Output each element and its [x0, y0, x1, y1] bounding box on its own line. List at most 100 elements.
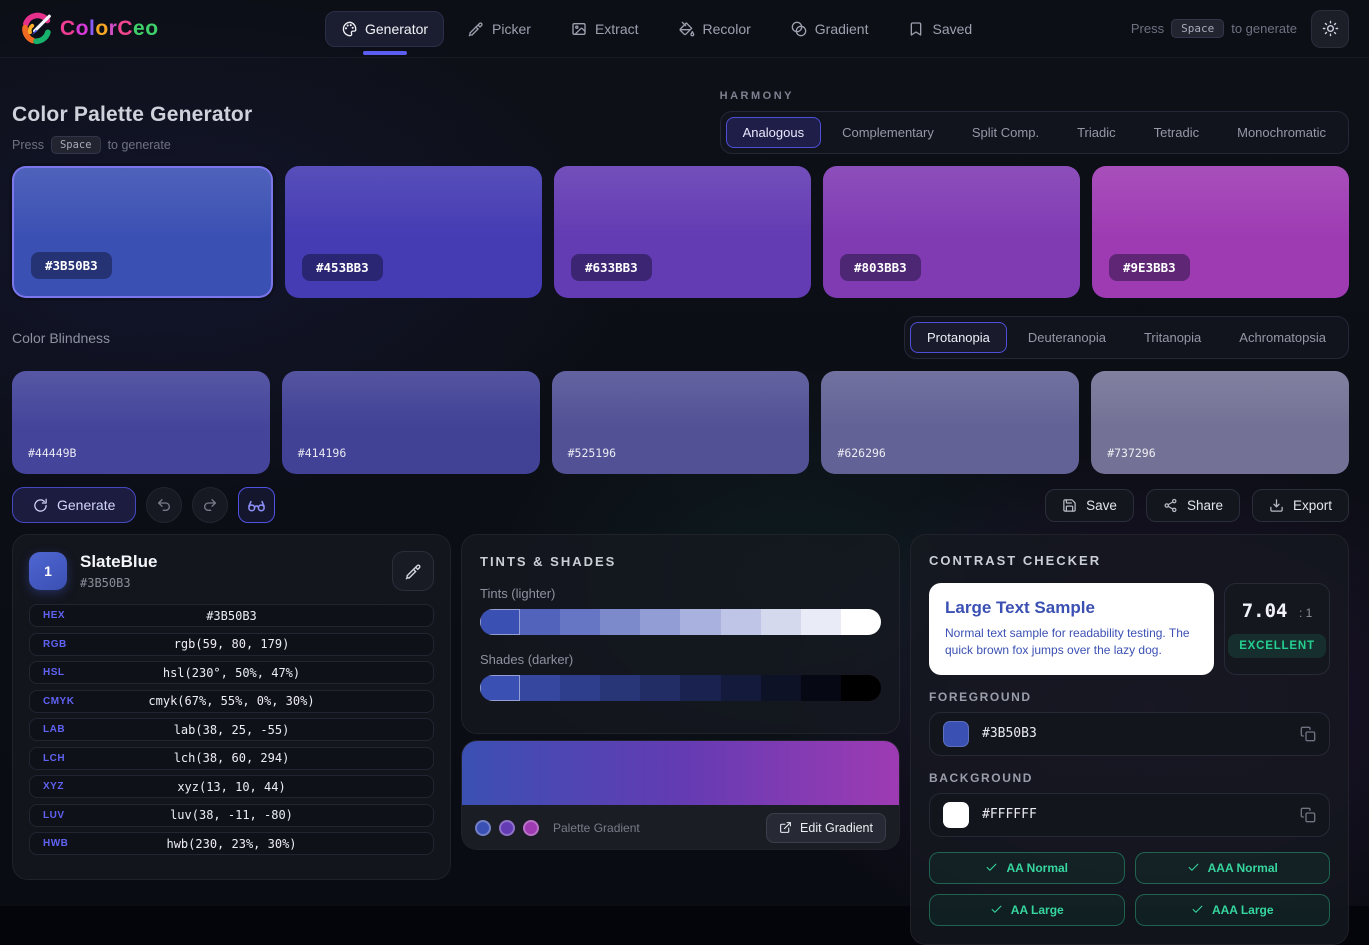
- tint-segment[interactable]: [640, 609, 680, 635]
- color-value-row[interactable]: LCHlch(38, 60, 294): [29, 747, 434, 770]
- shade-segment[interactable]: [560, 675, 600, 701]
- swatch-hex-label[interactable]: #633BB3: [571, 254, 652, 281]
- shade-segment[interactable]: [520, 675, 560, 701]
- contrast-checker-card: CONTRAST CHECKER Large Text Sample Norma…: [910, 534, 1349, 945]
- color-value-row[interactable]: CMYKcmyk(67%, 55%, 0%, 30%): [29, 690, 434, 713]
- share-label: Share: [1187, 498, 1223, 513]
- shade-segment[interactable]: [680, 675, 720, 701]
- tint-segment[interactable]: [600, 609, 640, 635]
- undo-button[interactable]: [146, 487, 182, 523]
- check-icon: [990, 903, 1003, 916]
- eyedropper-button[interactable]: [392, 551, 434, 591]
- redo-button[interactable]: [192, 487, 228, 523]
- color-value-row[interactable]: HWBhwb(230, 23%, 30%): [29, 832, 434, 855]
- swatch-hex-label[interactable]: #803BB3: [840, 254, 921, 281]
- harmony-tab-split-comp[interactable]: Split Comp.: [955, 117, 1056, 148]
- harmony-tab-tetradic[interactable]: Tetradic: [1137, 117, 1217, 148]
- color-value-row[interactable]: LABlab(38, 25, -55): [29, 718, 434, 741]
- harmony-block: HARMONY Analogous Complementary Split Co…: [720, 90, 1349, 154]
- foreground-label: FOREGROUND: [929, 690, 1330, 704]
- wcag-aaa-large-badge: AAA Large: [1135, 894, 1331, 926]
- download-icon: [1269, 498, 1284, 513]
- gradient-stop-dot[interactable]: [499, 820, 515, 836]
- swatch-hex-label[interactable]: #3B50B3: [31, 252, 112, 279]
- contrast-grade-badge: EXCELLENT: [1228, 634, 1326, 658]
- value-text: hsl(230°, 50%, 47%): [163, 666, 300, 680]
- swatch-hex-label[interactable]: #453BB3: [302, 254, 383, 281]
- palette-swatch[interactable]: #453BB3: [285, 166, 542, 298]
- color-value-row[interactable]: HSLhsl(230°, 50%, 47%): [29, 661, 434, 684]
- palette-swatch[interactable]: #633BB3: [554, 166, 811, 298]
- color-value-row[interactable]: HEX#3B50B3: [29, 604, 434, 627]
- wcag-aa-normal-badge: AA Normal: [929, 852, 1125, 884]
- harmony-tab-analogous[interactable]: Analogous: [726, 117, 821, 148]
- brand-logo[interactable]: ColorCeo: [20, 12, 159, 46]
- nav-tab-picker[interactable]: Picker: [452, 11, 547, 47]
- blindness-tab-protanopia[interactable]: Protanopia: [910, 322, 1007, 353]
- tint-segment[interactable]: [520, 609, 560, 635]
- palette-swatch[interactable]: #3B50B3: [12, 166, 273, 298]
- blindness-swatch[interactable]: #414196: [282, 371, 540, 474]
- nav-tab-generator[interactable]: Generator: [325, 11, 444, 47]
- blindness-simulation-toggle[interactable]: [238, 487, 275, 523]
- edit-gradient-label: Edit Gradient: [800, 821, 873, 835]
- harmony-tab-monochromatic[interactable]: Monochromatic: [1220, 117, 1343, 148]
- blindness-swatch[interactable]: #626296: [821, 371, 1079, 474]
- nav-tab-extract[interactable]: Extract: [555, 11, 655, 47]
- share-button[interactable]: Share: [1146, 489, 1240, 522]
- shade-segment[interactable]: [721, 675, 761, 701]
- theme-toggle-button[interactable]: [1311, 10, 1349, 48]
- gradient-stop-dot[interactable]: [523, 820, 539, 836]
- tints-shades-card: TINTS & SHADES Tints (lighter): [461, 534, 900, 734]
- shade-segment[interactable]: [761, 675, 801, 701]
- tint-segment[interactable]: [680, 609, 720, 635]
- palette-swatch[interactable]: #803BB3: [823, 166, 1080, 298]
- shade-segment[interactable]: [841, 675, 881, 701]
- save-button[interactable]: Save: [1045, 489, 1134, 522]
- foreground-color-input[interactable]: #3B50B3: [929, 712, 1330, 756]
- harmony-tab-complementary[interactable]: Complementary: [825, 117, 951, 148]
- foreground-hex: #3B50B3: [982, 726, 1037, 741]
- edit-gradient-button[interactable]: Edit Gradient: [766, 813, 886, 843]
- shade-segment[interactable]: [600, 675, 640, 701]
- blindness-swatch[interactable]: #525196: [552, 371, 810, 474]
- text-sample-box: Large Text Sample Normal text sample for…: [929, 583, 1214, 675]
- shade-segment[interactable]: [480, 675, 520, 701]
- nav-tab-saved[interactable]: Saved: [892, 11, 988, 47]
- copy-foreground-button[interactable]: [1300, 726, 1316, 742]
- tint-segment[interactable]: [480, 609, 520, 635]
- shade-segment[interactable]: [801, 675, 841, 701]
- tint-segment[interactable]: [801, 609, 841, 635]
- color-value-row[interactable]: RGBrgb(59, 80, 179): [29, 633, 434, 656]
- tint-segment[interactable]: [761, 609, 801, 635]
- color-value-row[interactable]: LUVluv(38, -11, -80): [29, 804, 434, 827]
- swatch-hex-label[interactable]: #9E3BB3: [1109, 254, 1190, 281]
- copy-icon: [1300, 726, 1316, 742]
- blindness-tabs: Protanopia Deuteranopia Tritanopia Achro…: [904, 316, 1349, 359]
- value-text: rgb(59, 80, 179): [174, 637, 290, 651]
- blindness-swatch[interactable]: #44449B: [12, 371, 270, 474]
- background-color-input[interactable]: #FFFFFF: [929, 793, 1330, 837]
- harmony-tab-triadic[interactable]: Triadic: [1060, 117, 1133, 148]
- tint-segment[interactable]: [560, 609, 600, 635]
- tints-strip: [480, 609, 881, 635]
- generate-button[interactable]: Generate: [12, 487, 136, 523]
- gradient-stop-dot[interactable]: [475, 820, 491, 836]
- blindness-tab-tritanopia[interactable]: Tritanopia: [1127, 322, 1218, 353]
- shade-segment[interactable]: [640, 675, 680, 701]
- export-button[interactable]: Export: [1252, 489, 1349, 522]
- tint-segment[interactable]: [721, 609, 761, 635]
- color-value-list: HEX#3B50B3 RGBrgb(59, 80, 179) HSLhsl(23…: [29, 604, 434, 855]
- palette-swatch[interactable]: #9E3BB3: [1092, 166, 1349, 298]
- copy-background-button[interactable]: [1300, 807, 1316, 823]
- blindness-tab-achromatopsia[interactable]: Achromatopsia: [1222, 322, 1343, 353]
- topbar-right: Press Space to generate: [1131, 10, 1349, 48]
- contrast-ratio-value: 7.04 : 1: [1242, 600, 1313, 622]
- color-value-row[interactable]: XYZxyz(13, 10, 44): [29, 775, 434, 798]
- eyedropper-icon: [468, 21, 484, 37]
- tint-segment[interactable]: [841, 609, 881, 635]
- blindness-swatch[interactable]: #737296: [1091, 371, 1349, 474]
- nav-tab-recolor[interactable]: Recolor: [663, 11, 767, 47]
- blindness-tab-deuteranopia[interactable]: Deuteranopia: [1011, 322, 1123, 353]
- nav-tab-gradient[interactable]: Gradient: [775, 11, 885, 47]
